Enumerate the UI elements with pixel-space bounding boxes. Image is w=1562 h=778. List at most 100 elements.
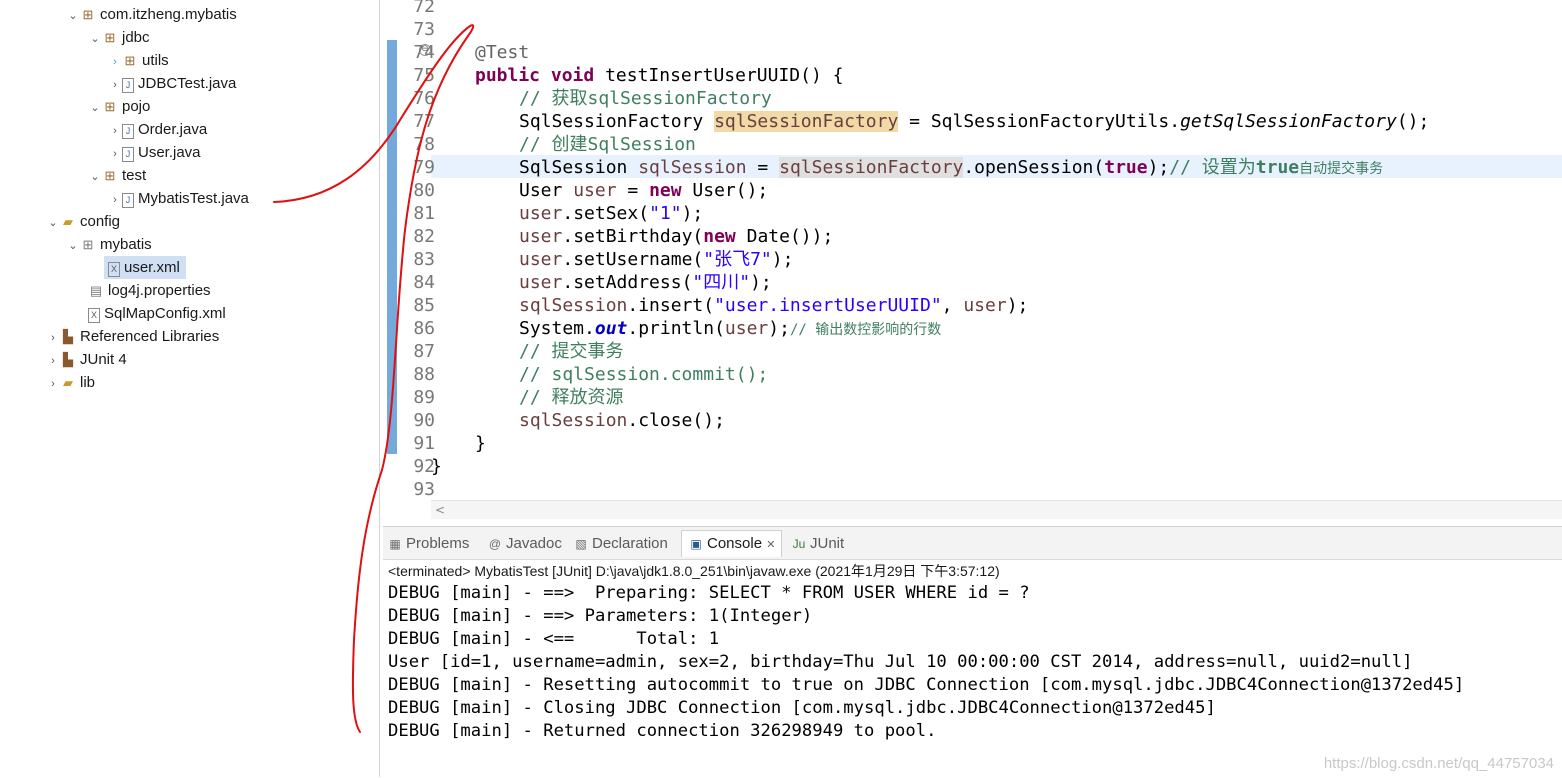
view-tabs: ▦ Problems @ Javadoc ▧ Declaration ▣ Console… bbox=[383, 527, 1562, 560]
java-file-icon: J bbox=[122, 193, 134, 208]
code-editor[interactable]: ⊖ 72 73 74 75 76 77 78 79 80 81 82 83 84… bbox=[383, 0, 1562, 520]
chevron-right-icon[interactable]: › bbox=[108, 51, 122, 74]
code-line: // 提交事务 bbox=[519, 341, 624, 362]
line-number: 83 bbox=[413, 249, 435, 270]
code-line: } bbox=[431, 456, 442, 477]
code-line: System.out.println(user);// 输出数控影响的行数 bbox=[519, 318, 942, 339]
line-number: 86 bbox=[413, 318, 435, 339]
line-number: 91 bbox=[413, 433, 435, 454]
code-line: user.setSex("1"); bbox=[519, 203, 704, 224]
chevron-down-icon[interactable]: ⌄ bbox=[88, 166, 102, 189]
chevron-down-icon[interactable]: ⌄ bbox=[46, 212, 60, 235]
tree-item-mybatistest[interactable]: › J MybatisTest.java bbox=[108, 187, 249, 210]
chevron-right-icon[interactable]: › bbox=[46, 373, 60, 396]
line-number: 74 bbox=[413, 42, 435, 63]
tab-javadoc[interactable]: @ Javadoc bbox=[487, 531, 562, 557]
chevron-down-icon[interactable]: ⌄ bbox=[88, 28, 102, 51]
chevron-right-icon[interactable]: › bbox=[108, 74, 122, 97]
line-number: 93 bbox=[413, 479, 435, 500]
line-number: 72 bbox=[413, 0, 435, 17]
line-number: 73 bbox=[413, 19, 435, 40]
tab-console[interactable]: ▣ Console ✕ bbox=[681, 530, 783, 557]
chevron-right-icon[interactable]: › bbox=[46, 327, 60, 350]
chevron-right-icon[interactable]: › bbox=[108, 120, 122, 143]
console-line: DEBUG [main] - Returned connection 32629… bbox=[388, 721, 937, 741]
line-number: 77 bbox=[413, 111, 435, 132]
console-line: DEBUG [main] - <== Total: 1 bbox=[388, 629, 720, 649]
library-icon: ▙ bbox=[63, 352, 73, 367]
chevron-right-icon[interactable]: › bbox=[108, 189, 122, 212]
line-number: 75 bbox=[413, 65, 435, 86]
console-line: DEBUG [main] - Resetting autocommit to t… bbox=[388, 675, 1465, 695]
watermark: https://blog.csdn.net/qq_44757034 bbox=[1323, 755, 1554, 772]
tree-item-lib[interactable]: › ▰ lib bbox=[46, 371, 95, 394]
java-file-icon: J bbox=[122, 124, 134, 139]
package-icon: ⊞ bbox=[104, 168, 116, 183]
chevron-down-icon[interactable]: ⌄ bbox=[88, 97, 102, 120]
package-explorer: ⌄ ⊞ com.itzheng.mybatis ⌄ ⊞ jdbc › ⊞ utils › J J… bbox=[0, 0, 380, 777]
chevron-down-icon[interactable]: ⌄ bbox=[66, 235, 80, 258]
tree-item-com-itzheng-mybatis[interactable]: ⌄ ⊞ com.itzheng.mybatis bbox=[66, 3, 236, 28]
line-number: 84 bbox=[413, 272, 435, 293]
tree-item-junit4[interactable]: › ▙ JUnit 4 bbox=[46, 348, 127, 371]
package-icon: ⊞ bbox=[104, 99, 116, 114]
bottom-panel: ▦ Problems @ Javadoc ▧ Declaration ▣ Console… bbox=[383, 526, 1562, 778]
line-number: 85 bbox=[413, 295, 435, 316]
tab-junit[interactable]: Ju JUnit bbox=[791, 531, 845, 557]
tree-item-order[interactable]: › J Order.java bbox=[108, 118, 207, 141]
scroll-left-icon[interactable]: < bbox=[435, 501, 445, 519]
library-icon: ▙ bbox=[63, 329, 73, 344]
line-number: 82 bbox=[413, 226, 435, 247]
console-line: DEBUG [main] - ==> Parameters: 1(Integer… bbox=[388, 606, 813, 626]
console-line: DEBUG [main] - ==> Preparing: SELECT * F… bbox=[388, 583, 1030, 603]
line-number: 92 bbox=[413, 456, 435, 477]
tree-item-user[interactable]: › J User.java bbox=[108, 141, 201, 164]
horizontal-scrollbar[interactable]: < bbox=[431, 500, 1562, 519]
tree-item-jdbctest[interactable]: › J JDBCTest.java bbox=[108, 72, 236, 95]
tab-declaration[interactable]: ▧ Declaration bbox=[573, 531, 668, 557]
tree-item-jdbc[interactable]: ⌄ ⊞ jdbc bbox=[88, 26, 149, 51]
change-ruler bbox=[387, 40, 397, 454]
console-line: DEBUG [main] - Closing JDBC Connection [… bbox=[388, 698, 1216, 718]
close-icon[interactable]: ✕ bbox=[766, 539, 775, 551]
package-icon: ⊞ bbox=[124, 53, 136, 68]
code-line: user.setBirthday(new Date()); bbox=[519, 226, 834, 247]
tree-item-log4j[interactable]: ▤ log4j.properties bbox=[88, 279, 211, 302]
console-line: User [id=1, username=admin, sex=2, birth… bbox=[388, 652, 1413, 672]
xml-file-icon: X bbox=[88, 308, 100, 323]
xml-file-icon: X bbox=[108, 262, 120, 277]
chevron-down-icon[interactable]: ⌄ bbox=[66, 5, 80, 28]
tree-item-test[interactable]: ⌄ ⊞ test bbox=[88, 164, 146, 187]
tree-item-mybatis[interactable]: ⌄ ⊞ mybatis bbox=[66, 233, 151, 258]
line-number: 76 bbox=[413, 88, 435, 109]
line-number: 88 bbox=[413, 364, 435, 385]
junit-icon: Ju bbox=[792, 537, 806, 551]
line-number: 89 bbox=[413, 387, 435, 408]
tree-item-utils[interactable]: › ⊞ utils bbox=[108, 49, 169, 72]
properties-file-icon: ▤ bbox=[89, 283, 103, 298]
package-icon: ⊞ bbox=[104, 30, 116, 45]
code-line: sqlSession.insert("user.insertUserUUID",… bbox=[519, 295, 1029, 316]
code-line: SqlSession sqlSession = sqlSessionFactor… bbox=[519, 157, 1384, 178]
java-file-icon: J bbox=[122, 147, 134, 162]
package-icon: ⊞ bbox=[82, 7, 94, 22]
tree-item-config[interactable]: ⌄ ▰ config bbox=[46, 210, 120, 233]
tab-problems[interactable]: ▦ Problems bbox=[387, 531, 469, 557]
line-number: 80 bbox=[413, 180, 435, 201]
line-number: 78 bbox=[413, 134, 435, 155]
code-line: } bbox=[475, 433, 486, 454]
chevron-right-icon[interactable]: › bbox=[46, 350, 60, 373]
problems-icon: ▦ bbox=[389, 537, 401, 551]
chevron-right-icon[interactable]: › bbox=[108, 143, 122, 166]
code-line: // sqlSession.commit(); bbox=[519, 364, 769, 385]
code-line: public void testInsertUserUUID() { bbox=[475, 65, 844, 86]
tree-item-pojo[interactable]: ⌄ ⊞ pojo bbox=[88, 95, 150, 118]
package-icon: ⊞ bbox=[82, 237, 94, 252]
line-number: 79 bbox=[413, 157, 435, 178]
tree-item-user-xml[interactable]: Xuser.xml bbox=[104, 256, 186, 279]
tree-item-referenced-libraries[interactable]: › ▙ Referenced Libraries bbox=[46, 325, 219, 348]
code-line: SqlSessionFactory sqlSessionFactory = Sq… bbox=[519, 111, 1430, 132]
tree-item-sqlmapconfig[interactable]: X SqlMapConfig.xml bbox=[88, 302, 226, 325]
code-line: user.setAddress("四川"); bbox=[519, 272, 772, 293]
code-line: @Test bbox=[475, 42, 530, 63]
